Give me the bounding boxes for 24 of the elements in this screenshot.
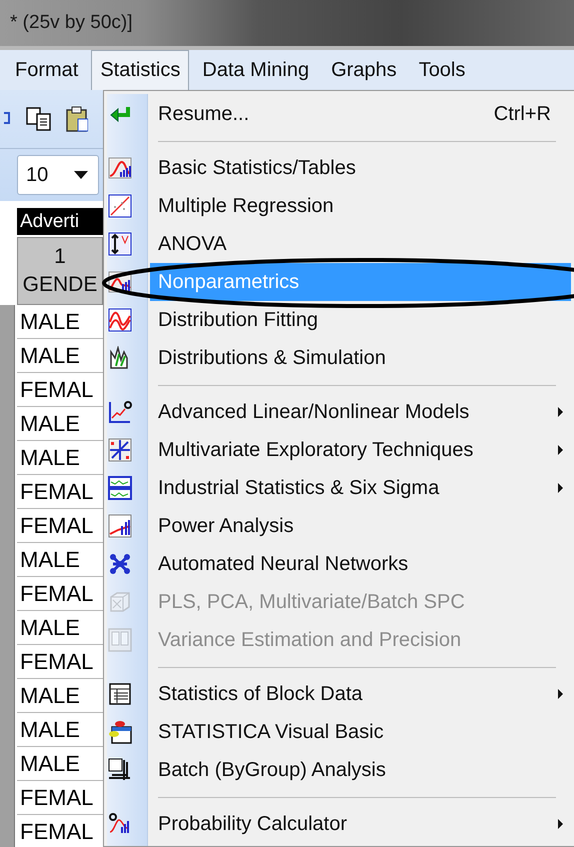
menu-item[interactable]: Batch (ByGroup) Analysis [150,751,571,789]
menu-item[interactable]: Distributions & Simulation [150,339,571,377]
menu-item[interactable]: Automated Neural Networks [150,545,571,583]
sheet-header: Adverti [17,208,103,235]
zoom-dropdown[interactable]: 10 [17,155,99,195]
menu-bar-item[interactable]: Statistics [91,50,190,90]
column-header[interactable]: 1 GENDE [17,237,103,305]
menu-item[interactable]: Multiple Regression [150,187,571,225]
menu-item[interactable]: Distribution Fitting [150,301,571,339]
menu-item[interactable]: Basic Statistics/Tables [150,149,571,187]
menu-bar-item[interactable]: Data Mining [193,50,318,90]
menu-bar-item[interactable]: Graphs [322,50,406,90]
menu-bar-item[interactable]: Format [6,50,88,90]
menu-item[interactable]: Resume... Ctrl+R [150,95,571,133]
menu-item[interactable]: Multivariate Exploratory Techniques [150,431,571,469]
menu-item[interactable]: Statistics of Block Data [150,675,571,713]
menu-item[interactable]: STATISTICA Visual Basic [150,713,571,751]
menu-item[interactable]: ANOVA [150,225,571,263]
menu-item[interactable]: Advanced Linear/Nonlinear Models [150,393,571,431]
menu-item[interactable]: Power Analysis [150,507,571,545]
menu-bar-item[interactable]: Tools [410,50,474,90]
window-title: * (25v by 50c)] [9,12,132,34]
menu-item[interactable]: Industrial Statistics & Six Sigma [150,469,571,507]
menu-item[interactable]: Probability Calculator [150,805,571,843]
